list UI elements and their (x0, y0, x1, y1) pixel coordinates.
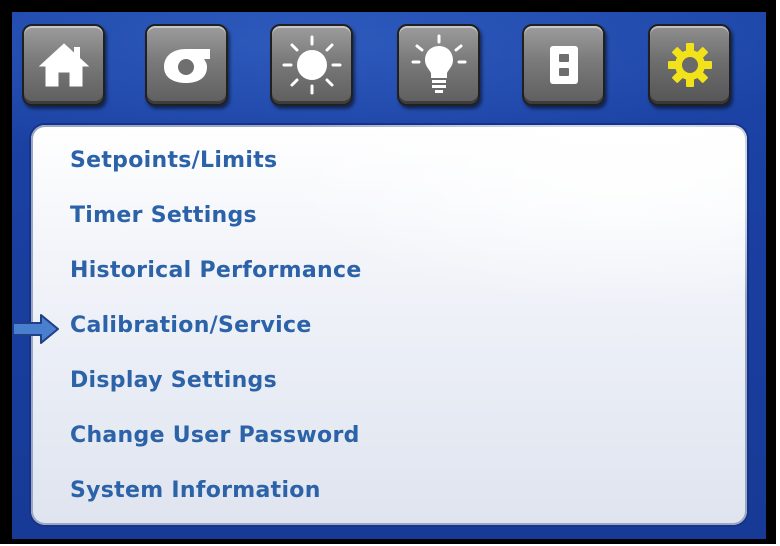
menu-item-label: Display Settings (70, 368, 277, 393)
selection-arrow-icon (13, 314, 59, 344)
menu-item-label: Historical Performance (70, 258, 362, 283)
gear-icon (667, 43, 712, 87)
home-button[interactable] (22, 24, 105, 106)
panel-icon (549, 46, 578, 84)
menu-item-label: Change User Password (70, 423, 360, 448)
settings-button[interactable] (648, 24, 731, 106)
lighting-button[interactable] (397, 24, 480, 106)
menu-item-label: Setpoints/Limits (70, 148, 278, 173)
menu-item-historical-performance[interactable]: Historical Performance (70, 251, 362, 291)
menu-item-label: Calibration/Service (70, 313, 312, 338)
sun-icon (282, 35, 341, 95)
menu-item-timer-settings[interactable]: Timer Settings (70, 196, 257, 236)
home-icon (38, 43, 89, 87)
fan-button[interactable] (145, 24, 228, 106)
menu-item-system-information[interactable]: System Information (70, 471, 321, 511)
menu-item-calibration-service[interactable]: Calibration/Service (70, 306, 312, 346)
menu-item-label: Timer Settings (70, 203, 257, 228)
menu-item-display-settings[interactable]: Display Settings (70, 361, 277, 401)
menu-item-setpoints-limits[interactable]: Setpoints/Limits (70, 141, 277, 181)
screen: Setpoints/Limits Timer Settings Historic… (12, 12, 766, 539)
fan-icon (163, 49, 210, 83)
panel-button[interactable] (522, 24, 605, 106)
menu-item-label: System Information (70, 478, 321, 503)
toolbar (12, 12, 766, 124)
display-bezel: Setpoints/Limits Timer Settings Historic… (0, 0, 776, 544)
settings-menu: Setpoints/Limits Timer Settings Historic… (31, 125, 747, 525)
light-bulb-icon (411, 34, 466, 93)
sun-button[interactable] (270, 24, 353, 106)
menu-panel: Setpoints/Limits Timer Settings Historic… (31, 125, 747, 525)
menu-item-change-user-password[interactable]: Change User Password (70, 416, 360, 456)
